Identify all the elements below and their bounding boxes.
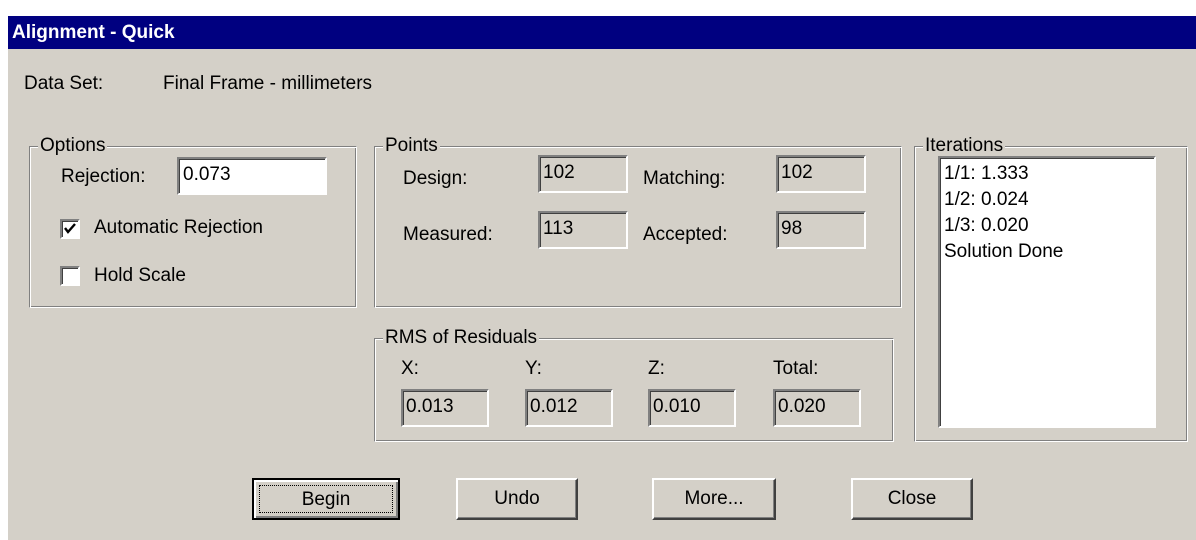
rms-total-value: 0.020 bbox=[773, 389, 861, 427]
options-title: Options bbox=[38, 135, 108, 157]
close-button[interactable]: Close bbox=[851, 478, 973, 520]
list-item[interactable]: 1/2: 0.024 bbox=[944, 187, 1150, 213]
measured-label: Measured: bbox=[403, 224, 493, 245]
accepted-label: Accepted: bbox=[643, 224, 728, 245]
rms-z-label: Z: bbox=[648, 358, 665, 379]
accepted-value: 98 bbox=[776, 211, 866, 249]
matching-label: Matching: bbox=[643, 168, 726, 189]
rms-y-value: 0.012 bbox=[525, 389, 613, 427]
design-value: 102 bbox=[538, 155, 628, 193]
automatic-rejection-checkbox[interactable] bbox=[60, 219, 80, 239]
rejection-label: Rejection: bbox=[61, 166, 146, 187]
matching-value: 102 bbox=[776, 155, 866, 193]
checkmark-icon bbox=[64, 223, 76, 234]
begin-button-label: Begin bbox=[259, 485, 393, 513]
more-button[interactable]: More... bbox=[652, 478, 776, 520]
alignment-dialog: Alignment - Quick Data Set: Final Frame … bbox=[8, 16, 1196, 540]
list-item[interactable]: Solution Done bbox=[944, 239, 1150, 265]
hold-scale-label[interactable]: Hold Scale bbox=[94, 265, 186, 287]
iterations-listbox[interactable]: 1/1: 1.333 1/2: 0.024 1/3: 0.020 Solutio… bbox=[938, 156, 1156, 428]
begin-button[interactable]: Begin bbox=[252, 478, 400, 520]
measured-value: 113 bbox=[538, 211, 628, 249]
iterations-title: Iterations bbox=[923, 135, 1006, 157]
rms-z-value: 0.010 bbox=[648, 389, 736, 427]
dataset-value: Final Frame - millimeters bbox=[163, 73, 373, 94]
automatic-rejection-label[interactable]: Automatic Rejection bbox=[94, 217, 263, 239]
rejection-input[interactable]: 0.073 bbox=[177, 157, 327, 195]
title-bar: Alignment - Quick bbox=[8, 16, 1196, 49]
rms-x-label: X: bbox=[401, 358, 419, 379]
undo-button[interactable]: Undo bbox=[456, 478, 578, 520]
points-title: Points bbox=[383, 135, 440, 157]
rms-x-value: 0.013 bbox=[401, 389, 489, 427]
rms-total-label: Total: bbox=[773, 358, 819, 379]
rms-title: RMS of Residuals bbox=[383, 327, 540, 349]
dataset-label: Data Set: bbox=[24, 73, 104, 94]
list-item[interactable]: 1/1: 1.333 bbox=[944, 161, 1150, 187]
list-item[interactable]: 1/3: 0.020 bbox=[944, 213, 1150, 239]
hold-scale-checkbox[interactable] bbox=[60, 266, 80, 286]
design-label: Design: bbox=[403, 168, 468, 189]
rms-y-label: Y: bbox=[525, 358, 542, 379]
